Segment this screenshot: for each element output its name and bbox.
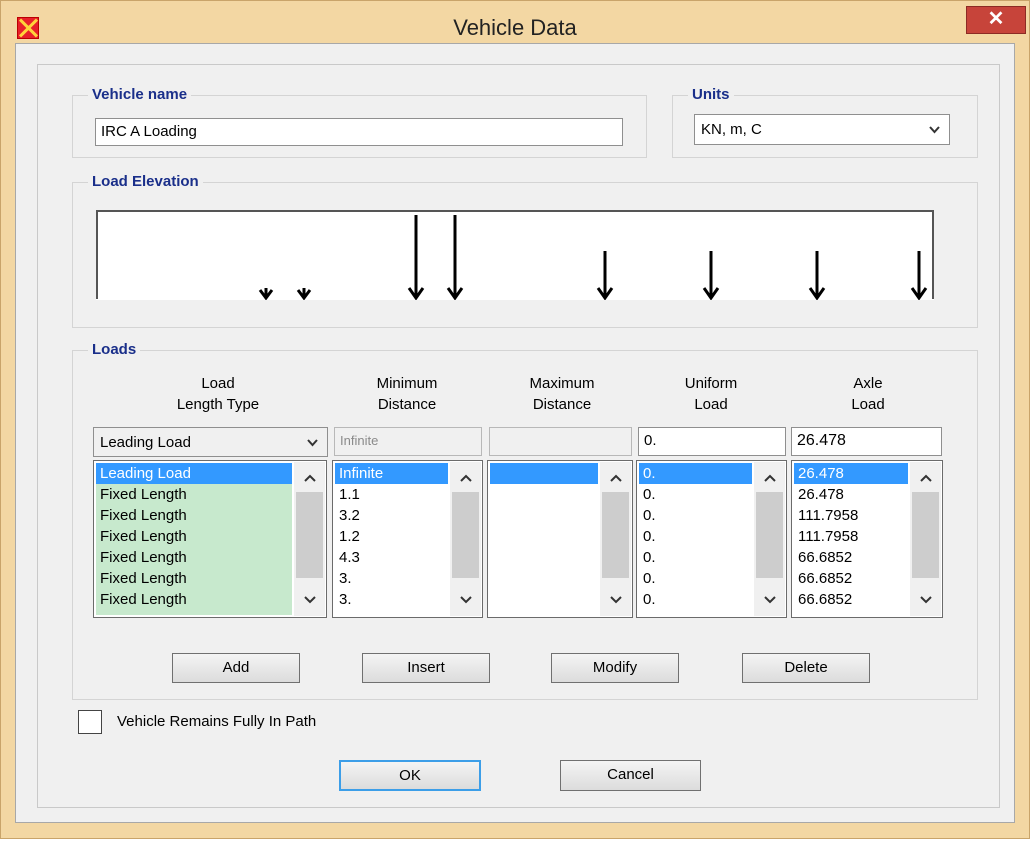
scrollbar-thumb[interactable] xyxy=(296,492,323,578)
list-item[interactable]: 0. xyxy=(639,463,752,484)
header-min-distance: Minimum Distance xyxy=(376,375,438,413)
scrollbar[interactable] xyxy=(910,462,941,616)
list-item[interactable]: Fixed Length xyxy=(96,484,292,505)
chevron-down-icon[interactable] xyxy=(600,588,631,616)
header-axle-load: Axle Load xyxy=(851,375,885,413)
list-item[interactable]: Fixed Length xyxy=(96,547,292,568)
list-item[interactable]: 0. xyxy=(639,568,752,589)
list-item[interactable]: 66.6852 xyxy=(794,589,908,610)
vehicle-name-label: Vehicle name xyxy=(88,86,192,103)
list-item[interactable]: 3.2 xyxy=(335,505,448,526)
delete-button[interactable]: Delete xyxy=(742,653,870,683)
list-item[interactable]: 26.478 xyxy=(794,463,908,484)
list-item[interactable]: Leading Load xyxy=(96,463,292,484)
min-distance-items: Infinite 1.1 3.2 1.2 4.3 3. 3. xyxy=(335,463,448,615)
uniform-load-input[interactable]: 0. xyxy=(638,427,786,456)
close-button[interactable]: ✕ xyxy=(966,6,1026,34)
ok-button[interactable]: OK xyxy=(339,760,481,791)
list-item[interactable]: 26.478 xyxy=(794,484,908,505)
units-select[interactable]: KN, m, C xyxy=(694,114,950,145)
list-item[interactable]: 0. xyxy=(639,526,752,547)
max-distance-input[interactable] xyxy=(489,427,632,456)
max-distance-items xyxy=(490,463,598,615)
header-length-type: Load Length Type xyxy=(176,375,260,413)
uniform-load-items: 0. 0. 0. 0. 0. 0. 0. xyxy=(639,463,752,615)
chevron-down-icon[interactable] xyxy=(450,588,481,616)
length-type-selected: Leading Load xyxy=(100,434,191,451)
axle-load-input[interactable]: 26.478 xyxy=(791,427,942,456)
axle-load-list[interactable]: 26.478 26.478 111.7958 111.7958 66.6852 … xyxy=(791,460,943,618)
header-max-distance: Maximum Distance xyxy=(529,375,595,413)
load-elevation-diagram xyxy=(96,210,934,300)
insert-button[interactable]: Insert xyxy=(362,653,490,683)
max-distance-list[interactable] xyxy=(487,460,633,618)
add-button[interactable]: Add xyxy=(172,653,300,683)
chevron-down-icon[interactable] xyxy=(754,588,785,616)
list-item[interactable]: 111.7958 xyxy=(794,526,908,547)
chevron-up-icon[interactable] xyxy=(294,462,325,490)
list-item[interactable]: 4.3 xyxy=(335,547,448,568)
list-item[interactable] xyxy=(490,463,598,484)
units-label: Units xyxy=(688,86,734,103)
axle-load-items: 26.478 26.478 111.7958 111.7958 66.6852 … xyxy=(794,463,908,615)
vehicle-name-input[interactable]: IRC A Loading xyxy=(95,118,623,146)
modify-button[interactable]: Modify xyxy=(551,653,679,683)
chevron-down-icon xyxy=(928,115,941,154)
uniform-load-list[interactable]: 0. 0. 0. 0. 0. 0. 0. xyxy=(636,460,787,618)
chevron-up-icon[interactable] xyxy=(600,462,631,490)
scrollbar[interactable] xyxy=(600,462,631,616)
scrollbar[interactable] xyxy=(294,462,325,616)
list-item[interactable]: 3. xyxy=(335,568,448,589)
list-item[interactable]: 0. xyxy=(639,505,752,526)
list-item[interactable]: 66.6852 xyxy=(794,547,908,568)
scrollbar-thumb[interactable] xyxy=(602,492,629,578)
length-type-items: Leading Load Fixed Length Fixed Length F… xyxy=(96,463,292,615)
list-item[interactable]: 66.6852 xyxy=(794,568,908,589)
list-item[interactable]: 0. xyxy=(639,589,752,610)
min-distance-list[interactable]: Infinite 1.1 3.2 1.2 4.3 3. 3. xyxy=(332,460,483,618)
scrollbar[interactable] xyxy=(450,462,481,616)
min-distance-input[interactable]: Infinite xyxy=(334,427,482,456)
list-item[interactable]: Infinite xyxy=(335,463,448,484)
chevron-up-icon[interactable] xyxy=(910,462,941,490)
chevron-down-icon[interactable] xyxy=(910,588,941,616)
list-item[interactable]: Fixed Length xyxy=(96,589,292,610)
list-item[interactable]: 1.1 xyxy=(335,484,448,505)
list-item[interactable]: Fixed Length xyxy=(96,568,292,589)
chevron-up-icon[interactable] xyxy=(754,462,785,490)
remains-in-path-checkbox[interactable] xyxy=(78,710,102,734)
header-uniform-load: Uniform Load xyxy=(684,375,738,413)
units-selected-value: KN, m, C xyxy=(701,121,762,138)
list-item[interactable]: 1.2 xyxy=(335,526,448,547)
cancel-button[interactable]: Cancel xyxy=(560,760,701,791)
length-type-select[interactable]: Leading Load xyxy=(93,427,328,457)
list-item[interactable]: 0. xyxy=(639,484,752,505)
loads-label: Loads xyxy=(88,341,141,358)
scrollbar[interactable] xyxy=(754,462,785,616)
window-title: Vehicle Data xyxy=(453,15,577,40)
chevron-up-icon[interactable] xyxy=(450,462,481,490)
list-item[interactable]: 111.7958 xyxy=(794,505,908,526)
scrollbar-thumb[interactable] xyxy=(452,492,479,578)
load-elevation-label: Load Elevation xyxy=(88,173,203,190)
scrollbar-thumb[interactable] xyxy=(912,492,939,578)
list-item[interactable]: Fixed Length xyxy=(96,526,292,547)
scrollbar-thumb[interactable] xyxy=(756,492,783,578)
list-item[interactable]: 0. xyxy=(639,547,752,568)
list-item[interactable]: 3. xyxy=(335,589,448,610)
list-item[interactable]: Fixed Length xyxy=(96,505,292,526)
chevron-down-icon[interactable] xyxy=(294,588,325,616)
remains-in-path-label[interactable]: Vehicle Remains Fully In Path xyxy=(117,712,316,732)
length-type-list[interactable]: Leading Load Fixed Length Fixed Length F… xyxy=(93,460,327,618)
